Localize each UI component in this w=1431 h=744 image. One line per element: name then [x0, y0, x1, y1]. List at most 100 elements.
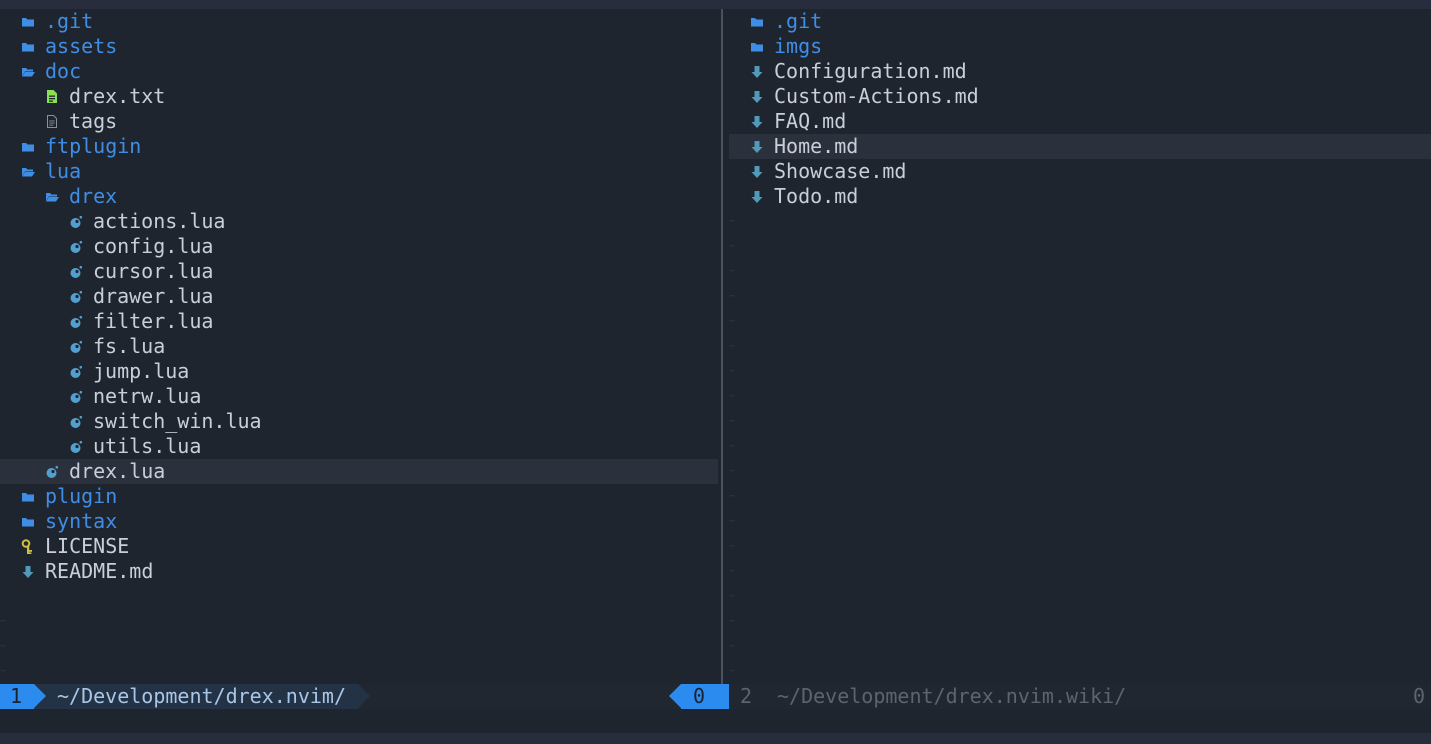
file-entry[interactable]: fs.lua [0, 334, 718, 359]
folder-closed-icon [20, 9, 36, 34]
file-entry[interactable]: drawer.lua [0, 284, 718, 309]
entry-name: Configuration.md [774, 59, 967, 83]
lua-icon [68, 309, 84, 334]
directory-entry[interactable]: ftplugin [0, 134, 718, 159]
lua-icon [68, 259, 84, 284]
directory-entry[interactable]: drex [0, 184, 718, 209]
entry-name: fs.lua [93, 334, 166, 358]
file-entry[interactable]: Showcase.md [729, 159, 1431, 184]
plain-file-icon [44, 109, 60, 134]
lua-icon [68, 334, 84, 359]
file-entry[interactable]: drex.txt [0, 84, 718, 109]
folder-closed-icon [749, 9, 765, 34]
directory-entry[interactable]: syntax [0, 509, 718, 534]
folder-closed-icon [20, 484, 36, 509]
directory-entry[interactable]: lua [0, 159, 718, 184]
markdown-icon [749, 159, 765, 184]
entry-name: netrw.lua [93, 384, 202, 408]
entry-name: jump.lua [93, 359, 190, 383]
right-file-tree[interactable]: .git imgs Configuration.md Custom-Actions.m… [729, 9, 1431, 684]
file-entry[interactable]: cursor.lua [0, 259, 718, 284]
lua-icon [44, 459, 60, 484]
entry-name: Showcase.md [774, 159, 907, 183]
folder-closed-icon [20, 509, 36, 534]
empty-line-markers: ~ ~ ~ ~ ~ ~ ~ ~ ~ ~ ~ ~ ~ ~ ~ ~ ~ ~ ~ [729, 216, 736, 677]
directory-entry[interactable]: .git [729, 9, 1431, 34]
right-selection-count: 0 [1413, 684, 1426, 708]
folder-closed-icon [20, 34, 36, 59]
entry-name: drex.txt [69, 84, 166, 108]
directory-entry[interactable]: imgs [729, 34, 1431, 59]
file-entry[interactable]: LICENSE [0, 534, 718, 559]
file-entry[interactable]: utils.lua [0, 434, 718, 459]
lua-icon [68, 384, 84, 409]
lua-icon [68, 434, 84, 459]
entry-name: FAQ.md [774, 109, 847, 133]
lua-icon [68, 209, 84, 234]
file-entry[interactable]: tags [0, 109, 718, 134]
entry-name: tags [69, 109, 118, 133]
file-entry[interactable]: Todo.md [729, 184, 1431, 209]
window-divider[interactable] [721, 9, 723, 684]
command-line[interactable] [0, 709, 1431, 733]
markdown-icon [749, 134, 765, 159]
entry-name: LICENSE [45, 534, 130, 558]
file-entry[interactable]: Home.md [729, 134, 1431, 159]
entry-name: drawer.lua [93, 284, 214, 308]
entry-name: Todo.md [774, 184, 859, 208]
directory-entry[interactable]: plugin [0, 484, 718, 509]
left-selection-count: 0 [681, 684, 729, 709]
folder-open-icon [44, 184, 60, 209]
directory-entry[interactable]: assets [0, 34, 718, 59]
entry-name: utils.lua [93, 434, 202, 458]
entry-name: lua [45, 159, 82, 183]
separator-arrow [358, 684, 370, 708]
entry-name: plugin [45, 484, 118, 508]
lua-icon [68, 284, 84, 309]
entry-name: switch_win.lua [93, 409, 262, 433]
entry-name: Home.md [774, 134, 859, 158]
entry-name: filter.lua [93, 309, 214, 333]
file-entry[interactable]: netrw.lua [0, 384, 718, 409]
top-bar [0, 0, 1431, 9]
separator-arrow [669, 684, 681, 708]
entry-name: imgs [774, 34, 823, 58]
right-window-number: 2 [740, 684, 753, 708]
file-entry[interactable]: FAQ.md [729, 109, 1431, 134]
folder-open-icon [20, 159, 36, 184]
entry-name: drex.lua [69, 459, 166, 483]
text-file-icon [44, 84, 60, 109]
folder-open-icon [20, 59, 36, 84]
file-entry[interactable]: filter.lua [0, 309, 718, 334]
file-entry[interactable]: config.lua [0, 234, 718, 259]
entry-name: assets [45, 34, 118, 58]
markdown-icon [749, 84, 765, 109]
file-entry[interactable]: drex.lua [0, 459, 718, 484]
file-entry[interactable]: jump.lua [0, 359, 718, 384]
directory-entry[interactable]: doc [0, 59, 718, 84]
left-file-tree[interactable]: .git assets doc drex.txt tags ftplugin lua drex… [0, 9, 718, 684]
bottom-bar [0, 733, 1431, 744]
folder-closed-icon [20, 134, 36, 159]
lua-icon [68, 409, 84, 434]
left-path: ~/Development/drex.nvim/ [34, 684, 358, 709]
file-entry[interactable]: switch_win.lua [0, 409, 718, 434]
file-entry[interactable]: Configuration.md [729, 59, 1431, 84]
entry-name: .git [45, 9, 94, 33]
markdown-icon [749, 59, 765, 84]
folder-closed-icon [749, 34, 765, 59]
entry-name: config.lua [93, 234, 214, 258]
file-entry[interactable]: actions.lua [0, 209, 718, 234]
entry-name: actions.lua [93, 209, 226, 233]
file-entry[interactable]: Custom-Actions.md [729, 84, 1431, 109]
directory-entry[interactable]: .git [0, 9, 718, 34]
separator-arrow [34, 684, 46, 708]
file-entry[interactable]: README.md [0, 559, 718, 584]
left-window-number: 1 [0, 684, 34, 709]
entry-name: drex [69, 184, 118, 208]
entry-name: .git [774, 9, 823, 33]
entry-name: ftplugin [45, 134, 142, 158]
entry-name: README.md [45, 559, 154, 583]
lua-icon [68, 359, 84, 384]
markdown-icon [20, 559, 36, 584]
